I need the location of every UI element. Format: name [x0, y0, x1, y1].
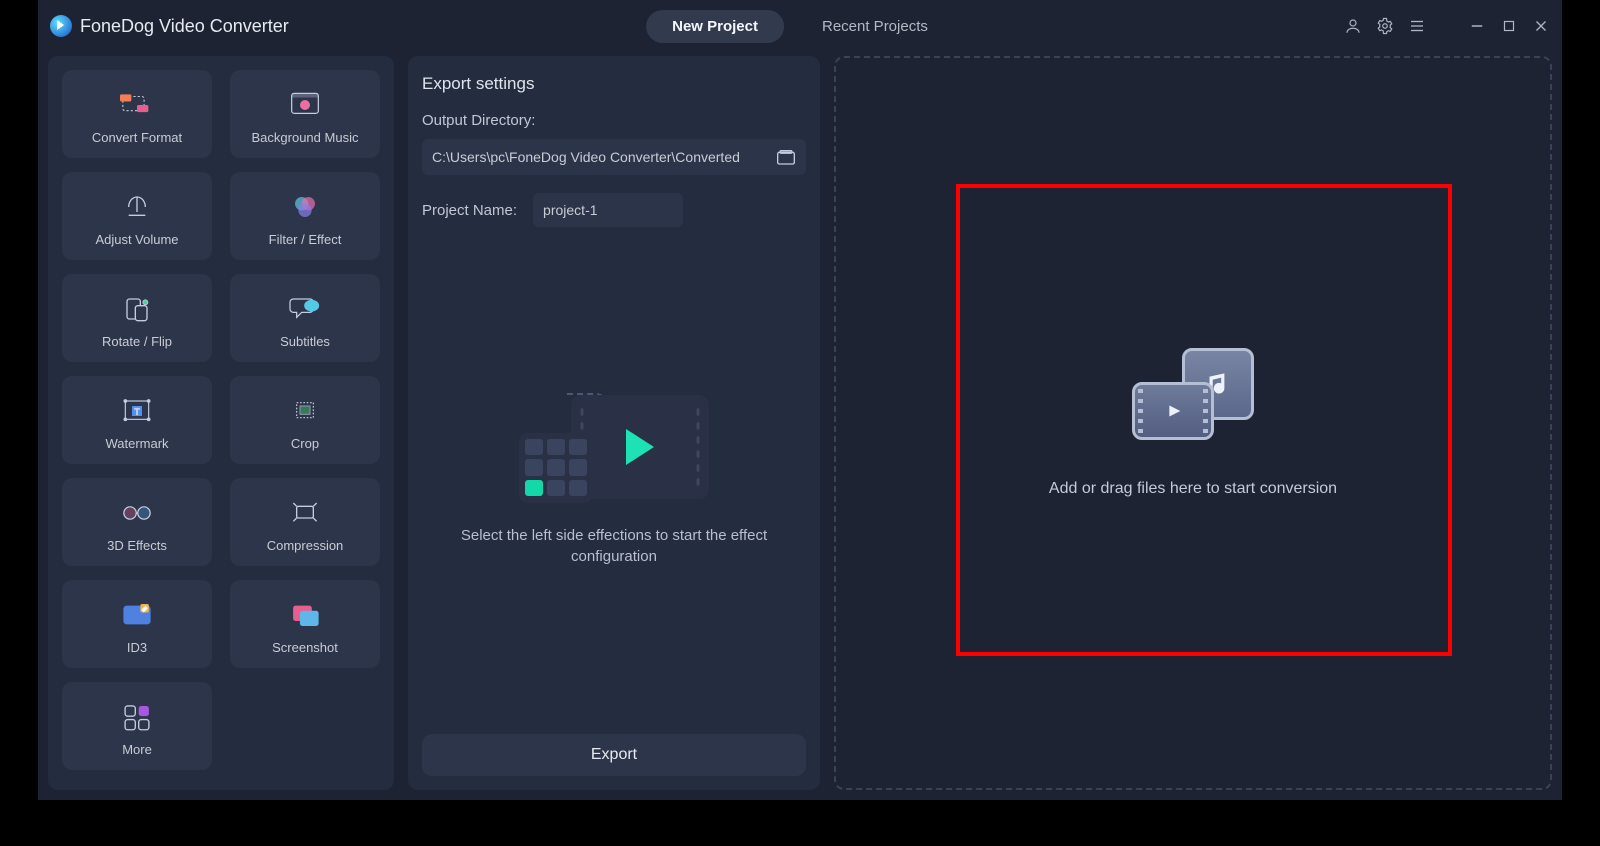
app-logo: FoneDog Video Converter [50, 15, 289, 37]
tool-label: Subtitles [280, 334, 330, 349]
tool-label: Adjust Volume [95, 232, 178, 247]
tool-label: More [122, 742, 152, 757]
tool-label: Screenshot [272, 640, 338, 655]
tool-label: Compression [267, 538, 344, 553]
titlebar: FoneDog Video Converter New Project Rece… [38, 0, 1562, 52]
project-name-label: Project Name: [422, 202, 517, 219]
media-icons [1132, 348, 1254, 440]
maximize-button[interactable] [1500, 17, 1518, 35]
main-layout: Convert Format Background Music Adjust V… [38, 52, 1562, 800]
tool-label: Convert Format [92, 130, 182, 145]
app-title: FoneDog Video Converter [80, 16, 289, 37]
tool-label: 3D Effects [107, 538, 167, 553]
tool-more[interactable]: More [62, 682, 212, 770]
logo-icon [50, 15, 72, 37]
watermark-icon: T [120, 396, 154, 426]
rotate-flip-icon [120, 294, 154, 324]
compression-icon [288, 498, 322, 528]
tool-watermark[interactable]: T Watermark [62, 376, 212, 464]
gear-icon[interactable] [1376, 17, 1394, 35]
background-music-icon [288, 90, 322, 120]
tab-new-project[interactable]: New Project [646, 10, 784, 43]
convert-format-icon [120, 90, 154, 120]
tool-filter-effect[interactable]: Filter / Effect [230, 172, 380, 260]
export-panel: Export settings Output Directory: Projec… [408, 56, 820, 790]
app-window: FoneDog Video Converter New Project Rece… [38, 0, 1562, 800]
tool-subtitles[interactable]: Subtitles [230, 274, 380, 362]
close-button[interactable] [1532, 17, 1550, 35]
3d-effects-icon [120, 498, 154, 528]
crop-icon [288, 396, 322, 426]
drop-inner: Add or drag files here to start conversi… [1049, 348, 1337, 498]
menu-icon[interactable] [1408, 17, 1426, 35]
tool-adjust-volume[interactable]: Adjust Volume [62, 172, 212, 260]
tool-label: Crop [291, 436, 319, 451]
tools-sidebar: Convert Format Background Music Adjust V… [48, 56, 394, 790]
tool-id3[interactable]: ID3 [62, 580, 212, 668]
tool-label: ID3 [127, 640, 147, 655]
browse-folder-icon[interactable] [776, 148, 796, 166]
tool-label: Filter / Effect [269, 232, 342, 247]
effect-illustration [519, 395, 709, 503]
filter-effect-icon [288, 192, 322, 222]
tool-screenshot[interactable]: Screenshot [230, 580, 380, 668]
drop-hint: Add or drag files here to start conversi… [1049, 480, 1337, 498]
tool-label: Watermark [105, 436, 168, 451]
output-dir-label: Output Directory: [422, 112, 806, 129]
tool-convert-format[interactable]: Convert Format [62, 70, 212, 158]
export-heading: Export settings [422, 74, 806, 94]
window-controls [1344, 17, 1550, 35]
more-icon [120, 702, 154, 732]
tab-recent-projects[interactable]: Recent Projects [796, 10, 954, 43]
output-dir-input[interactable] [432, 149, 776, 165]
account-icon[interactable] [1344, 17, 1362, 35]
subtitles-icon [288, 294, 322, 324]
tool-crop[interactable]: Crop [230, 376, 380, 464]
minimize-button[interactable] [1468, 17, 1486, 35]
tool-label: Rotate / Flip [102, 334, 172, 349]
volume-icon [120, 192, 154, 222]
tool-compression[interactable]: Compression [230, 478, 380, 566]
svg-text:T: T [134, 406, 139, 416]
screenshot-icon [288, 600, 322, 630]
project-tabs: New Project Recent Projects [646, 10, 954, 43]
tool-label: Background Music [252, 130, 359, 145]
effect-hint: Select the left side effections to start… [454, 525, 774, 567]
tool-background-music[interactable]: Background Music [230, 70, 380, 158]
drop-zone[interactable]: Add or drag files here to start conversi… [834, 56, 1552, 790]
tool-rotate-flip[interactable]: Rotate / Flip [62, 274, 212, 362]
id3-icon [120, 600, 154, 630]
project-name-input[interactable] [533, 193, 683, 227]
tool-3d-effects[interactable]: 3D Effects [62, 478, 212, 566]
effect-preview-area: Select the left side effections to start… [422, 227, 806, 734]
export-button[interactable]: Export [422, 734, 806, 776]
output-dir-row [422, 139, 806, 175]
